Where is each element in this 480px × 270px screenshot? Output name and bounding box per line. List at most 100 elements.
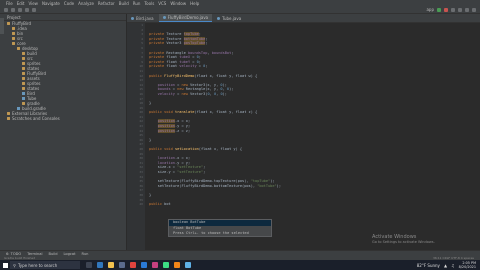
volume-icon[interactable]: ♫ <box>451 263 455 268</box>
system-tray: 82°F Sunny ▲ ♫ 2:05 PM 8/20/2021 <box>417 261 480 269</box>
code-token: posTopTube <box>183 41 206 46</box>
folder-icon <box>12 27 15 30</box>
sdk-manager-icon[interactable] <box>465 7 469 12</box>
code-token: "setTexture" <box>177 165 204 170</box>
line-number-gutter: 1 2 3 4 5 6 7 8 9 10 11 12 13 14 15 16 17 18 19 20 21 22 23 24 2… <box>127 23 145 250</box>
menu-item-help[interactable]: Help <box>190 1 199 6</box>
sync-icon[interactable] <box>18 7 22 12</box>
code-token: Vector3(x, y, <box>190 82 221 87</box>
code-token: Texture <box>166 32 184 37</box>
search-icon[interactable] <box>472 7 476 12</box>
folder-icon <box>7 22 10 25</box>
code-token: ; <box>198 32 201 37</box>
code-token: ; <box>203 165 206 170</box>
chrome-icon[interactable] <box>130 262 136 268</box>
stop-icon[interactable] <box>451 7 455 12</box>
back-icon[interactable] <box>25 7 29 12</box>
debug-icon[interactable] <box>444 7 448 12</box>
file-icon <box>22 92 25 95</box>
taskbar-search-box[interactable]: ⚲ Type here to search <box>10 261 80 269</box>
code-token: Texture <box>166 36 184 41</box>
code-token: boundsTop <box>187 50 208 55</box>
network-icon[interactable]: ▲ <box>444 263 447 268</box>
menu-item-navigate[interactable]: Navigate <box>42 1 60 6</box>
code-token: "botTube" <box>257 183 277 188</box>
tree-item[interactable]: Scratches and Consoles <box>4 116 126 121</box>
photos-icon[interactable] <box>185 262 191 268</box>
code-token: size.x = <box>157 165 178 170</box>
menu-item-edit[interactable]: Edit <box>17 1 25 6</box>
editor-tab[interactable]: Tube.java <box>213 15 245 22</box>
code-token: float <box>166 64 180 69</box>
task-view-icon[interactable] <box>86 262 92 268</box>
store-icon[interactable] <box>119 262 125 268</box>
folder-icon <box>12 42 15 45</box>
bottom-tool-button[interactable]: Logcat <box>63 252 75 256</box>
menu-item-tools[interactable]: Tools <box>144 1 154 6</box>
code-token: size.y = <box>157 170 178 174</box>
edge-icon[interactable] <box>97 262 103 268</box>
clock[interactable]: 2:05 PM 8/20/2021 <box>459 261 476 269</box>
open-icon[interactable] <box>4 7 8 12</box>
editor-tab[interactable]: FluffyBirdDemo.java <box>158 14 213 22</box>
folder-icon <box>22 62 25 65</box>
code-token: boundsBot <box>211 50 232 55</box>
editor-tab[interactable]: Bird.java <box>127 15 158 22</box>
code-token: location <box>157 156 175 161</box>
save-icon[interactable] <box>11 7 15 12</box>
vlc-icon[interactable] <box>174 262 180 268</box>
avd-manager-icon[interactable] <box>458 7 462 12</box>
folder-icon <box>12 32 15 35</box>
folder-icon <box>7 117 10 120</box>
folder-icon <box>22 87 25 90</box>
weather-label[interactable]: 82°F Sunny <box>417 263 440 268</box>
menu-item-refactor[interactable]: Refactor <box>98 1 115 6</box>
bottom-tool-button[interactable]: 6: TODO <box>6 252 21 256</box>
code-token: } <box>149 137 152 142</box>
code-token: ; <box>205 36 208 41</box>
code-token: .y = y; <box>174 124 191 129</box>
code-token: location <box>157 160 175 165</box>
start-button[interactable] <box>0 260 10 270</box>
editor-tab-bar: Bird.java FluffyBirdDemo.java Tube.java <box>127 14 480 23</box>
code-token: .x = x; <box>174 119 191 124</box>
code-token: position <box>157 124 175 129</box>
code-token: } <box>149 101 152 106</box>
menu-item-code[interactable]: Code <box>64 1 74 6</box>
menu-item-build[interactable]: Build <box>119 1 129 6</box>
android-studio-icon[interactable] <box>163 262 169 268</box>
bottom-tool-button[interactable]: Run <box>82 252 89 256</box>
code-token: ; <box>198 55 201 60</box>
menu-item-file[interactable]: File <box>6 1 13 6</box>
completion-item[interactable]: Press Ctrl+. to choose the selected <box>169 231 271 237</box>
code-token: public <box>149 73 165 78</box>
code-completion-popup[interactable]: boolean BotTube float BotTube Press Ctrl+.… <box>168 219 272 237</box>
code-token: float <box>166 55 180 60</box>
menu-item-run[interactable]: Run <box>133 1 141 6</box>
explorer-icon[interactable] <box>108 262 114 268</box>
intellij-icon[interactable] <box>152 262 158 268</box>
forward-icon[interactable] <box>32 7 36 12</box>
code-token: .z = z; <box>174 128 191 133</box>
code-token: topTube <box>183 32 199 37</box>
java-file-icon <box>162 16 166 19</box>
code-token: (float x, float y) { <box>198 147 243 152</box>
menu-item-view[interactable]: View <box>28 1 38 6</box>
menu-item-vcs[interactable]: VCS <box>158 1 166 6</box>
bottom-tool-button[interactable]: Build <box>48 252 57 256</box>
menu-item-analyze[interactable]: Analyze <box>78 1 94 6</box>
bottom-tool-button[interactable]: Terminal <box>27 252 42 256</box>
menu-item-window[interactable]: Window <box>170 1 186 6</box>
run-config-select[interactable]: app <box>426 7 434 12</box>
folder-icon <box>22 102 25 105</box>
run-icon[interactable] <box>437 7 441 12</box>
mail-icon[interactable] <box>141 262 147 268</box>
code-token: private <box>149 32 167 37</box>
windows-taskbar: ⚲ Type here to search 82°F Sunny ▲ ♫ 2:0… <box>0 260 480 270</box>
code-editor[interactable]: private Texture topTube; private Texture … <box>145 23 480 250</box>
project-panel: Project FluffyBird .idea bin src core desktop… <box>4 14 127 250</box>
